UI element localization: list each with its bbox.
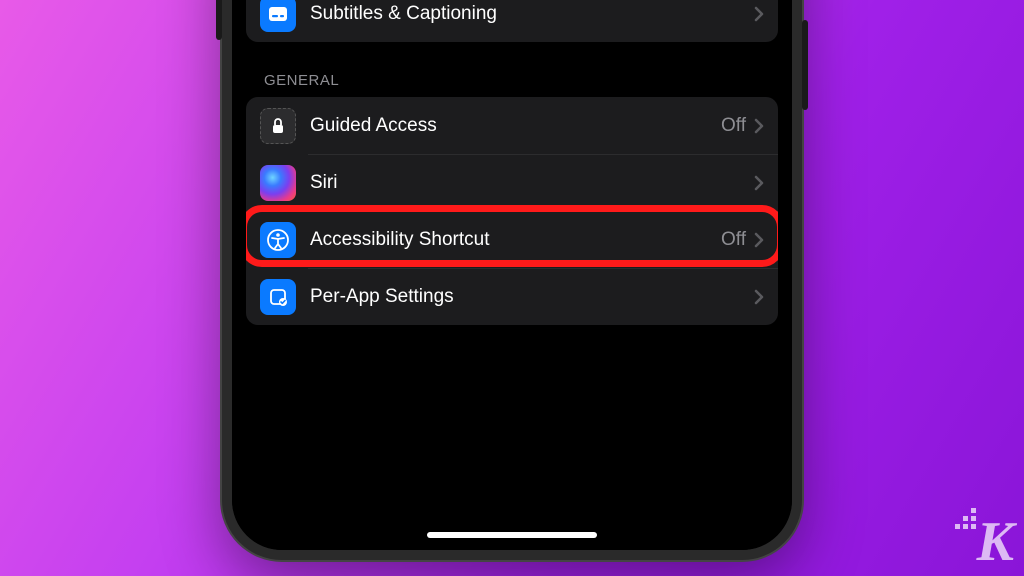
chevron-right-icon: [754, 175, 764, 191]
accessibility-icon: [260, 222, 296, 258]
row-label: Guided Access: [310, 115, 721, 137]
chevron-right-icon: [754, 118, 764, 134]
row-label: Siri: [310, 172, 754, 194]
watermark-logo: K: [977, 514, 1014, 570]
row-label: Accessibility Shortcut: [310, 229, 721, 251]
settings-group-general: Guided Access Off Siri Accessibility Sho…: [246, 97, 778, 325]
chevron-right-icon: [754, 289, 764, 305]
row-siri[interactable]: Siri: [246, 154, 778, 211]
phone-frame: Audio/Visual Subtitles & Captioning GENE…: [222, 0, 802, 560]
siri-icon: [260, 165, 296, 201]
subtitles-icon: [260, 0, 296, 32]
row-value: Off: [721, 229, 746, 251]
row-per-app-settings[interactable]: Per-App Settings: [246, 268, 778, 325]
row-guided-access[interactable]: Guided Access Off: [246, 97, 778, 154]
row-label: Per-App Settings: [310, 286, 754, 308]
chevron-right-icon: [754, 6, 764, 22]
section-header-general: GENERAL: [246, 64, 778, 97]
row-label: Subtitles & Captioning: [310, 3, 754, 25]
home-indicator[interactable]: [427, 532, 597, 538]
per-app-icon: [260, 279, 296, 315]
row-accessibility-shortcut[interactable]: Accessibility Shortcut Off: [246, 211, 778, 268]
chevron-right-icon: [754, 232, 764, 248]
guided-access-icon: [260, 108, 296, 144]
row-subtitles-captioning[interactable]: Subtitles & Captioning: [246, 0, 778, 42]
row-value: Off: [721, 115, 746, 137]
phone-screen: Audio/Visual Subtitles & Captioning GENE…: [232, 0, 792, 550]
settings-group-hearing: Audio/Visual Subtitles & Captioning: [246, 0, 778, 42]
